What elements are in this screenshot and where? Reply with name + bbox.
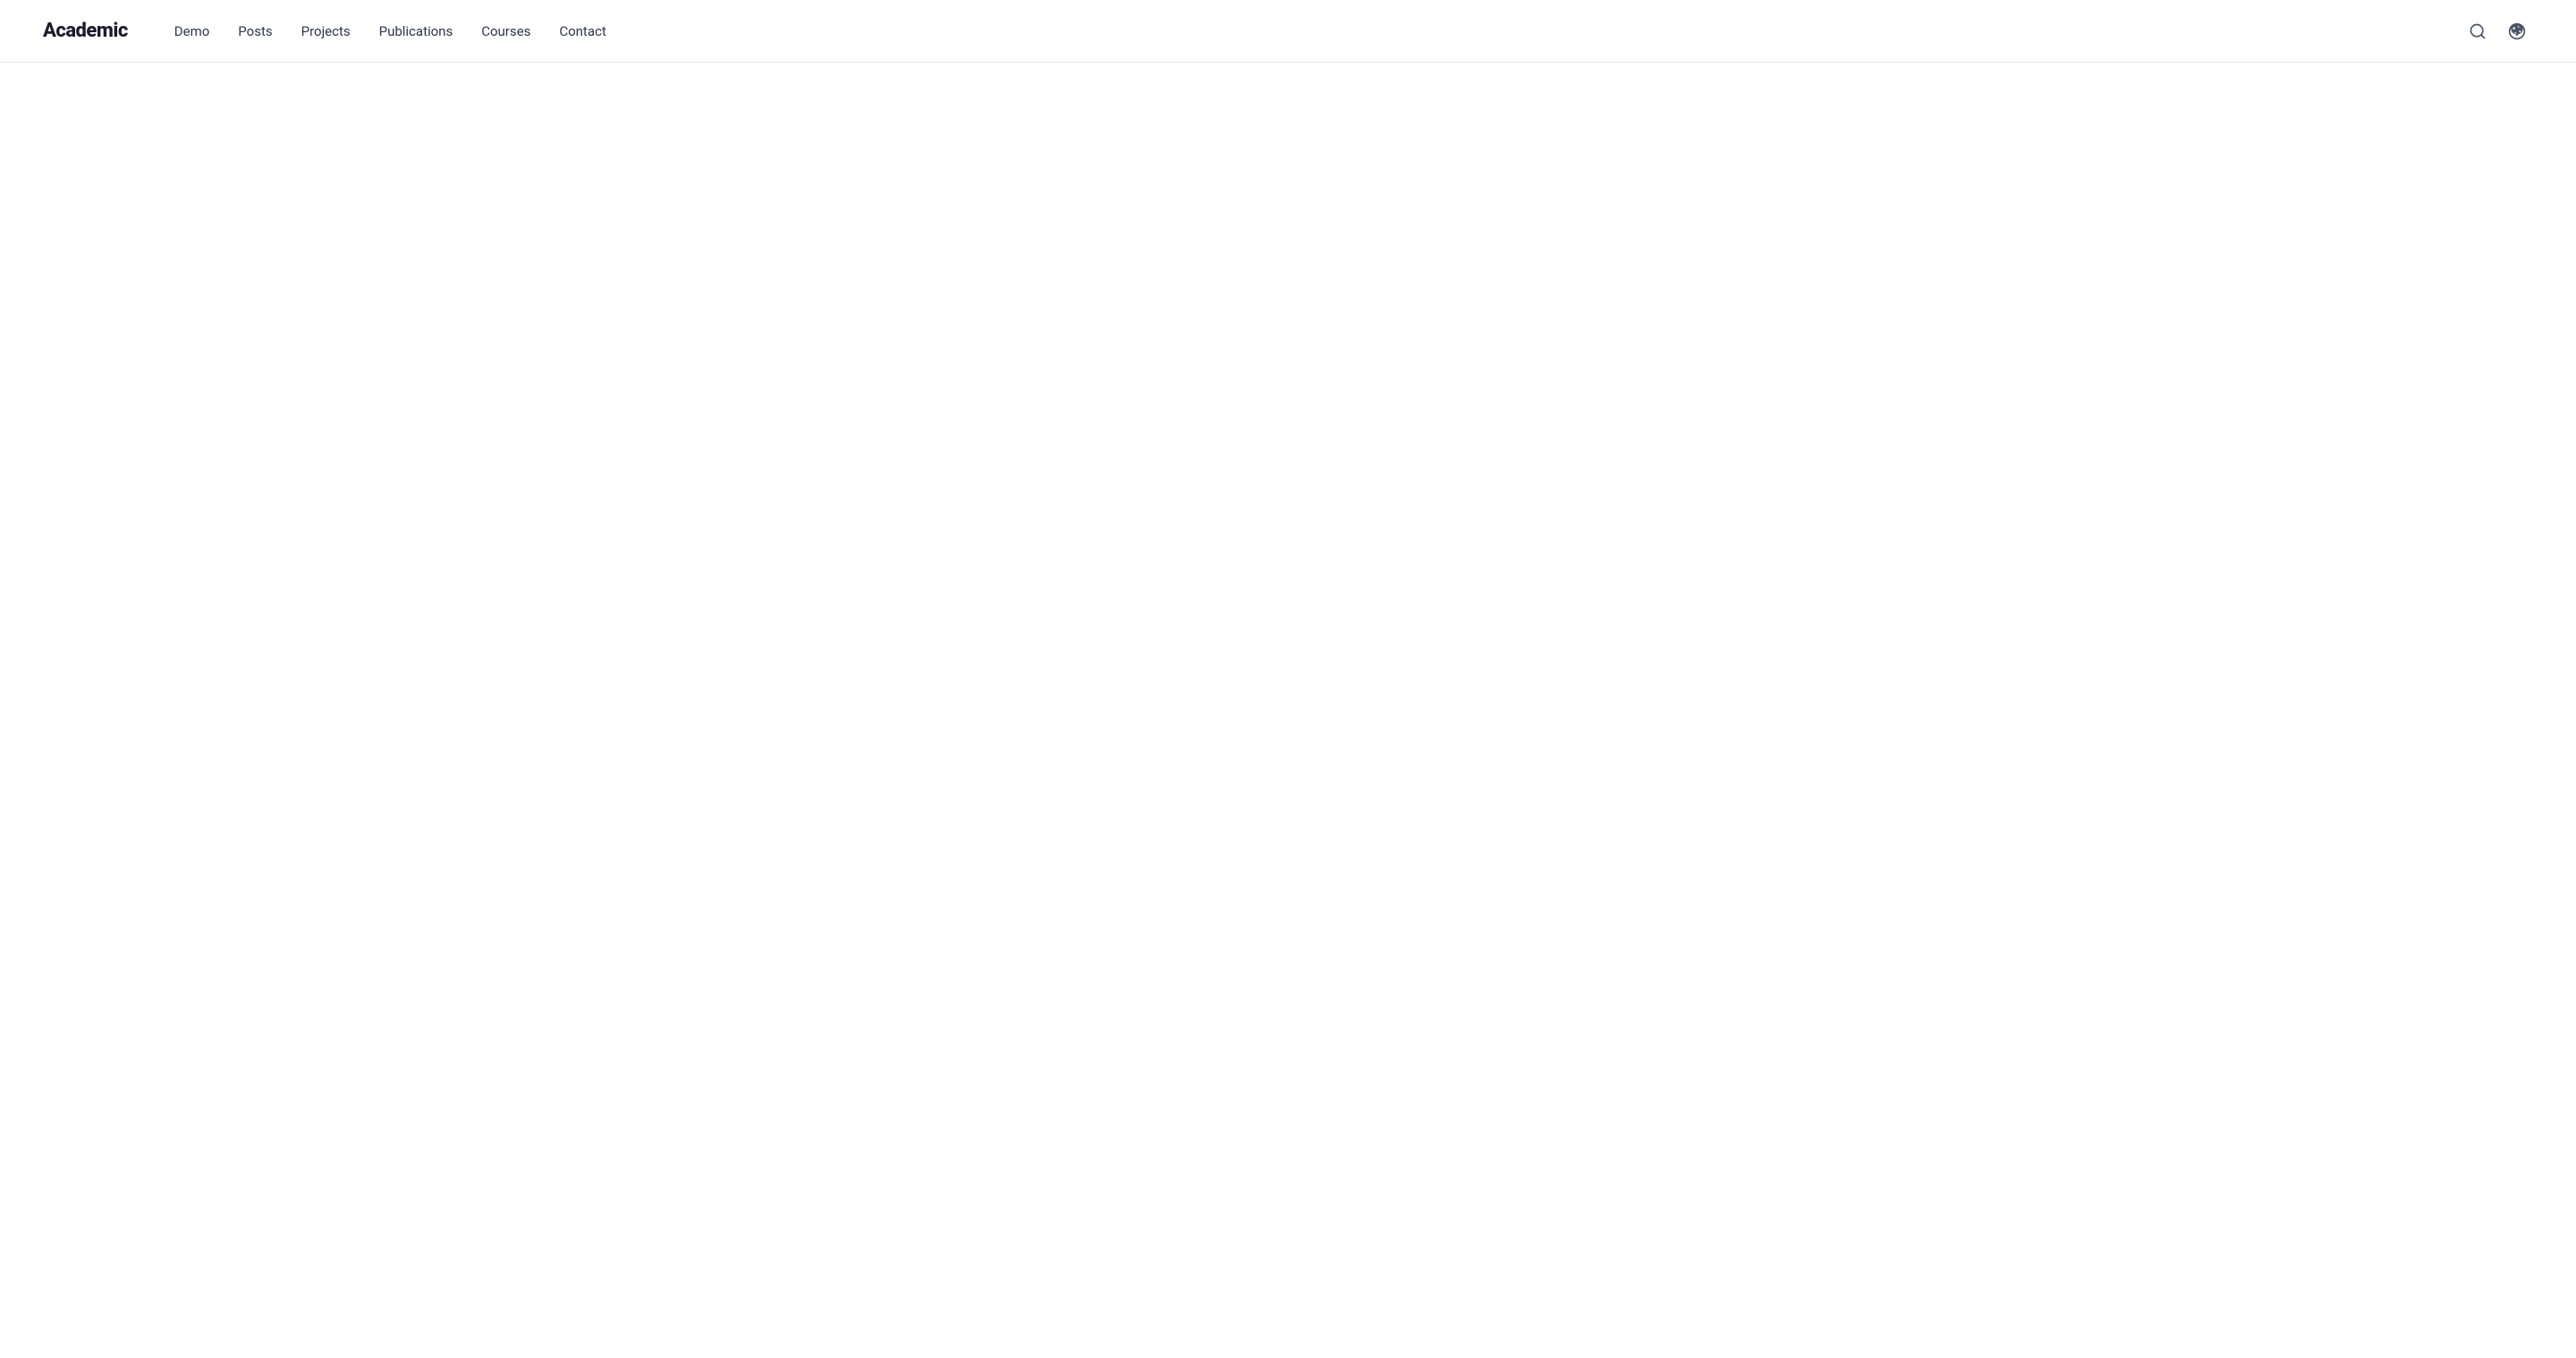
header-left: Academic DemoPostsProjectsPublicationsCo…	[43, 18, 617, 45]
theme-icon	[2508, 22, 2526, 40]
main-content	[0, 63, 2576, 1358]
nav-item-courses[interactable]: Courses	[470, 18, 541, 45]
nav-item-demo[interactable]: Demo	[164, 18, 221, 45]
nav-item-posts[interactable]: Posts	[227, 18, 283, 45]
nav-item-contact[interactable]: Contact	[548, 18, 616, 45]
main-nav: DemoPosts Projects PublicationsCourses Cont…	[164, 18, 617, 45]
search-icon	[2469, 22, 2487, 40]
nav-item-publications[interactable]: Publications	[369, 18, 464, 45]
nav-item-projects[interactable]: Projects	[291, 18, 361, 45]
theme-toggle-button[interactable]	[2501, 15, 2533, 47]
site-logo[interactable]: Academic	[43, 20, 128, 42]
site-header: Academic DemoPostsProjectsPublicationsCo…	[0, 0, 2576, 63]
search-button[interactable]	[2462, 15, 2494, 47]
header-right	[2462, 15, 2533, 47]
